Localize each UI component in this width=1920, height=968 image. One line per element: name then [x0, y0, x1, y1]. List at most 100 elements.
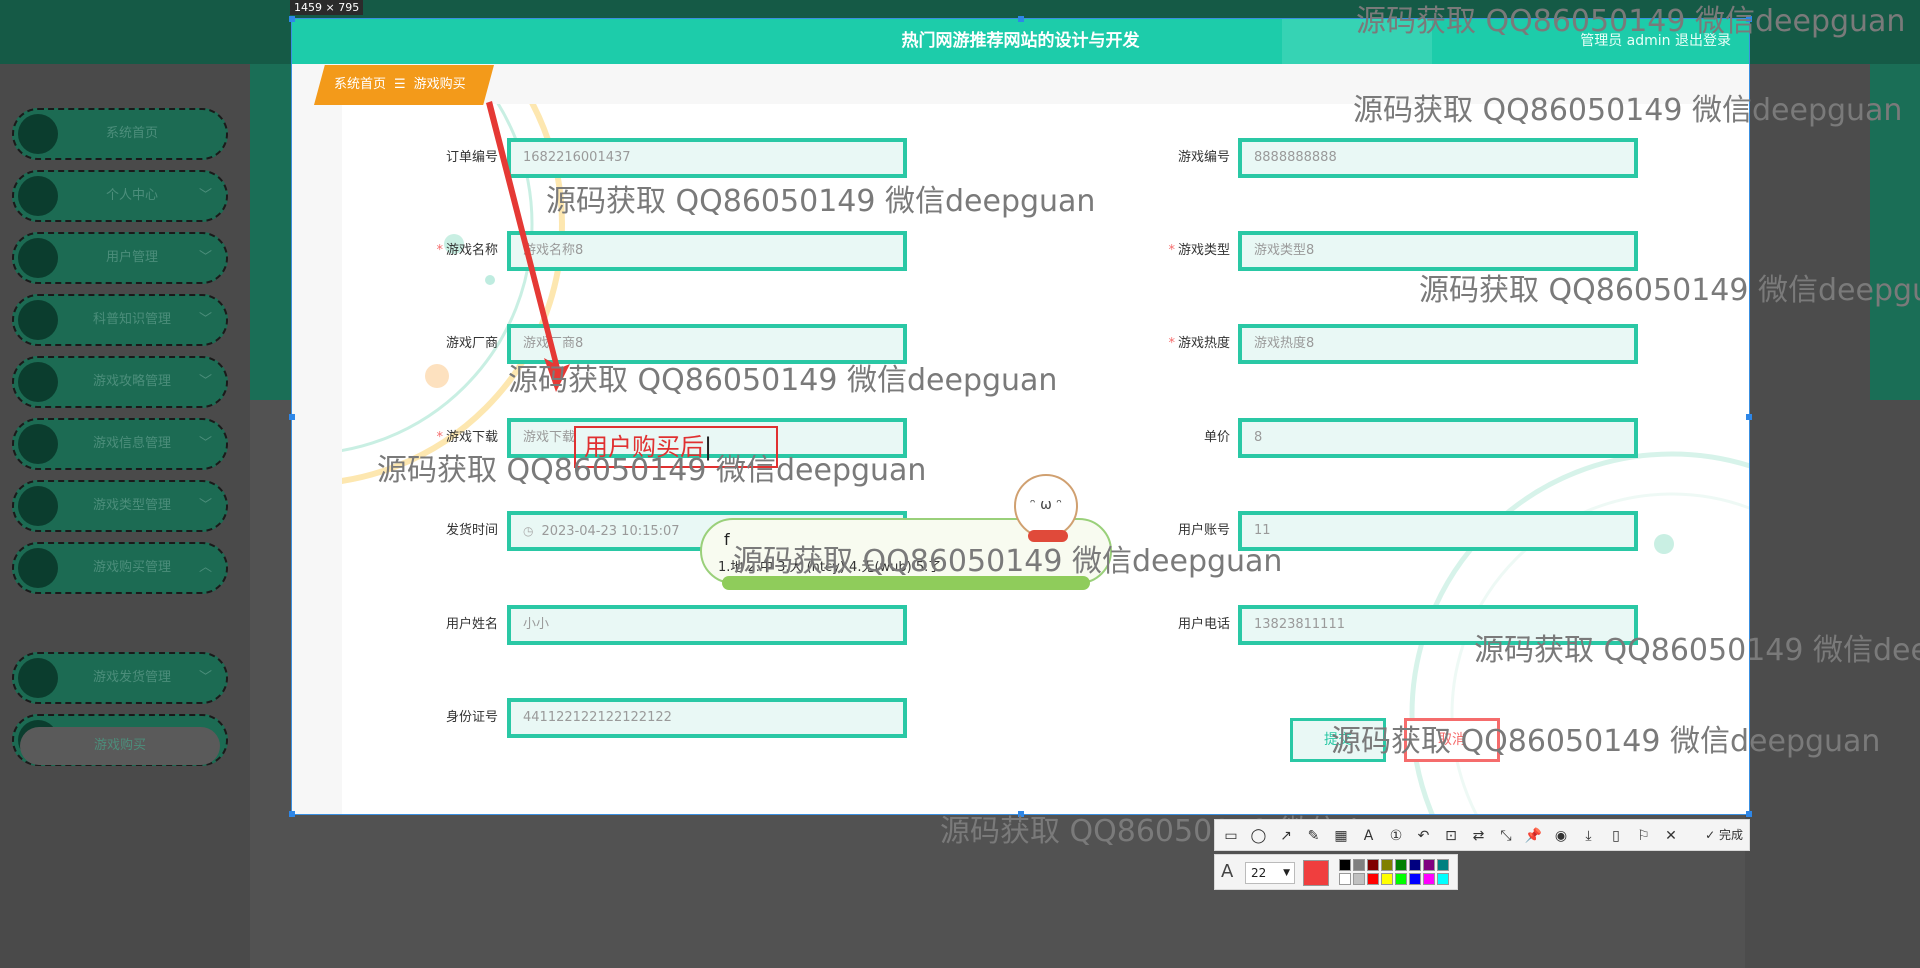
form-input[interactable]: 8: [1238, 418, 1638, 458]
bookmark-icon[interactable]: ⚐: [1634, 826, 1654, 846]
chevron-icon: ﹀: [198, 250, 212, 265]
chevron-icon: ﹀: [198, 498, 212, 513]
form-input[interactable]: 11: [1238, 511, 1638, 551]
color-swatch[interactable]: [1353, 873, 1365, 885]
breadcrumb: 系统首页 ☰ 游戏购买: [314, 65, 494, 105]
form-input[interactable]: 游戏厂商8: [507, 324, 907, 364]
field-label: * 游戏下载: [436, 430, 498, 445]
sidebar: 系统首页个人中心 ﹀ 用户管理 ﹀ 科普知识管理 ﹀ 游戏攻略管理 ﹀ 游戏信息管理 ﹀ 游戏类型管…: [0, 64, 250, 968]
clock-icon: ◷: [523, 524, 534, 538]
sidebar-item[interactable]: 个人中心 ﹀: [12, 170, 228, 222]
color-swatch[interactable]: [1437, 873, 1449, 885]
sidebar-item-label: 个人中心: [105, 188, 158, 203]
sidebar-item-icon: [18, 548, 58, 588]
form-input[interactable]: 游戏热度8: [1238, 324, 1638, 364]
ocr-icon[interactable]: ⊡: [1441, 826, 1461, 846]
sidebar-item[interactable]: 游戏类型管理 ﹀: [12, 480, 228, 532]
watermark: 源码获取 QQ86050149 微信deepguan: [1331, 724, 1881, 759]
required-mark: *: [1168, 243, 1175, 258]
sidebar-item-label: 系统首页: [105, 126, 158, 141]
sidebar-item-label: 用户管理: [105, 250, 158, 265]
color-swatch[interactable]: [1339, 873, 1351, 885]
color-swatch[interactable]: [1367, 873, 1379, 885]
field-label: 单价: [1203, 430, 1230, 445]
background-right-panel: [1745, 64, 1920, 968]
number-icon[interactable]: ①: [1386, 826, 1406, 846]
field-label: * 游戏类型: [1168, 243, 1230, 258]
color-swatch[interactable]: [1381, 859, 1393, 871]
sidebar-subitem[interactable]: 游戏购买: [20, 727, 220, 765]
sidebar-item[interactable]: 系统首页: [12, 108, 228, 160]
form-input[interactable]: 441122122122122122: [507, 698, 907, 738]
color-swatch[interactable]: [1395, 859, 1407, 871]
rect-icon[interactable]: ▭: [1221, 826, 1241, 846]
watermark: 源码获取 QQ86050149 微信deepguan: [1356, 4, 1906, 39]
field-label: 身份证号: [445, 710, 498, 725]
done-button[interactable]: ✓ 完成: [1705, 820, 1743, 850]
sidebar-item-label: 游戏购买管理: [92, 560, 171, 575]
arrow-icon[interactable]: ↗: [1276, 826, 1296, 846]
pin-icon[interactable]: 📌: [1524, 826, 1544, 846]
font-size-select[interactable]: 22 ▼: [1245, 862, 1295, 884]
form-input[interactable]: 游戏名称8: [507, 231, 907, 271]
color-swatch[interactable]: [1409, 873, 1421, 885]
form-input[interactable]: 小小: [507, 605, 907, 645]
sidebar-item[interactable]: 游戏攻略管理 ﹀: [12, 356, 228, 408]
color-swatch[interactable]: [1423, 859, 1435, 871]
form-input[interactable]: 1682216001437: [507, 138, 907, 178]
form-input[interactable]: 8888888888: [1238, 138, 1638, 178]
required-mark: *: [1168, 336, 1175, 351]
color-swatch[interactable]: [1381, 873, 1393, 885]
sidebar-item[interactable]: 用户管理 ﹀: [12, 232, 228, 284]
ellipse-icon[interactable]: ◯: [1249, 826, 1269, 846]
field-label: 用户电话: [1177, 617, 1230, 632]
undo-icon[interactable]: ↶: [1414, 826, 1434, 846]
sidebar-item-icon: [18, 300, 58, 340]
required-mark: *: [436, 243, 443, 258]
color-swatch[interactable]: [1353, 859, 1365, 871]
breadcrumb-current: 游戏购买: [413, 77, 466, 92]
field-label: 游戏厂商: [445, 336, 498, 351]
sidebar-item-icon: [18, 486, 58, 526]
color-swatch[interactable]: [1395, 873, 1407, 885]
pen-icon[interactable]: ✎: [1304, 826, 1324, 846]
translate-icon[interactable]: ⇄: [1469, 826, 1489, 846]
color-swatch[interactable]: [1409, 859, 1421, 871]
form-input[interactable]: 游戏类型8: [1238, 231, 1638, 271]
color-swatch[interactable]: [1339, 859, 1351, 871]
chevron-icon: ︿: [198, 560, 212, 575]
watermark: 源码获取 QQ86050149 微信deepguan: [1353, 93, 1903, 128]
watermark: 源码获取 QQ86050149 微信deepguan: [1474, 633, 1920, 668]
copy-icon[interactable]: ▯: [1606, 826, 1626, 846]
sidebar-item-icon: [18, 362, 58, 402]
current-color-swatch[interactable]: [1303, 860, 1329, 886]
menu-icon: ☰: [394, 77, 406, 92]
sidebar-item-icon: [18, 114, 58, 154]
breadcrumb-home[interactable]: 系统首页: [334, 77, 386, 92]
chevron-icon: ﹀: [198, 188, 212, 203]
color-swatch[interactable]: [1367, 859, 1379, 871]
sidebar-item-icon: [18, 176, 58, 216]
field-label: * 游戏名称: [436, 243, 498, 258]
text-style-panel: A 22 ▼: [1214, 854, 1458, 890]
color-swatch[interactable]: [1437, 859, 1449, 871]
sidebar-item[interactable]: 游戏发货管理 ﹀: [12, 652, 228, 704]
field-label: 发货时间: [445, 523, 498, 538]
sidebar-item-label: 游戏类型管理: [92, 498, 171, 513]
required-mark: *: [436, 430, 443, 445]
close-icon[interactable]: ✕: [1661, 826, 1681, 846]
text-icon[interactable]: A: [1359, 826, 1379, 846]
scroll-icon[interactable]: ⤡: [1496, 826, 1516, 846]
sidebar-item-icon: [18, 238, 58, 278]
sidebar-item[interactable]: 游戏购买管理 ︿: [12, 542, 228, 594]
record-icon[interactable]: ◉: [1551, 826, 1571, 846]
mosaic-icon[interactable]: ▦: [1331, 826, 1351, 846]
sidebar-item-icon: [18, 658, 58, 698]
watermark: 源码获取 QQ86050149 微信deepguan: [1419, 273, 1920, 308]
sidebar-item[interactable]: 游戏信息管理 ﹀: [12, 418, 228, 470]
color-swatch[interactable]: [1423, 873, 1435, 885]
sidebar-item[interactable]: 科普知识管理 ﹀: [12, 294, 228, 346]
field-label: 用户姓名: [445, 617, 498, 632]
save-icon[interactable]: ⤓: [1579, 826, 1599, 846]
ime-composition: f: [724, 530, 730, 549]
